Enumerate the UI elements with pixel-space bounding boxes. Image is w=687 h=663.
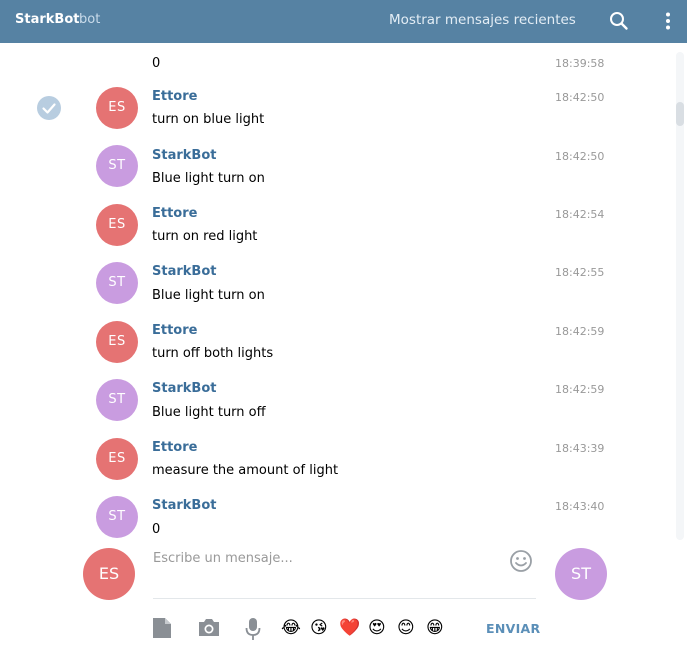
file-attach-icon[interactable] bbox=[152, 617, 172, 643]
message-row[interactable]: ST StarkBot Blue light turn on 18:42:50 bbox=[0, 145, 660, 203]
message-time: 18:42:50 bbox=[555, 150, 605, 163]
message-row[interactable]: ES Ettore turn on red light 18:42:54 bbox=[0, 204, 660, 262]
microphone-icon[interactable] bbox=[245, 617, 261, 645]
emoji-smile[interactable]: 😊 bbox=[397, 618, 415, 638]
chat-header: StarkBot bot Mostrar mensajes recientes bbox=[0, 0, 687, 43]
message-text: Blue light turn on bbox=[152, 288, 265, 303]
message-time: 18:42:59 bbox=[555, 383, 605, 396]
message-time: 18:42:59 bbox=[555, 325, 605, 338]
message-row[interactable]: ES Ettore measure the amount of light 18… bbox=[0, 438, 660, 496]
sender-name[interactable]: Ettore bbox=[152, 440, 197, 455]
sender-name[interactable]: StarkBot bbox=[152, 264, 216, 279]
avatar[interactable]: ST bbox=[96, 262, 138, 304]
message-row[interactable]: ST StarkBot 0 18:43:40 bbox=[0, 496, 660, 540]
message-text: turn on blue light bbox=[152, 112, 265, 127]
emoji-tears-of-joy[interactable]: 😂 bbox=[281, 618, 301, 638]
avatar[interactable]: ES bbox=[96, 87, 138, 129]
message-time: 18:43:40 bbox=[555, 500, 605, 513]
show-recent-messages-link[interactable]: Mostrar mensajes recientes bbox=[389, 12, 576, 28]
message-row[interactable]: ES Ettore turn off both lights 18:42:59 bbox=[0, 321, 660, 379]
camera-icon[interactable] bbox=[198, 617, 220, 641]
emoji-grin[interactable]: 😁 bbox=[426, 618, 444, 638]
message-time: 18:42:50 bbox=[555, 91, 605, 104]
message-text: Blue light turn off bbox=[152, 405, 266, 420]
message-row[interactable]: ST StarkBot Blue light turn off 18:42:59 bbox=[0, 379, 660, 437]
emoji-heart[interactable]: ❤️ bbox=[339, 618, 360, 638]
avatar[interactable]: ST bbox=[96, 496, 138, 538]
emoji-kiss[interactable]: 😘 bbox=[310, 618, 328, 638]
sender-name[interactable]: StarkBot bbox=[152, 381, 216, 396]
message-text: turn on red light bbox=[152, 229, 258, 244]
message-text: 0 bbox=[152, 522, 161, 537]
more-menu-icon[interactable] bbox=[664, 12, 672, 34]
sender-name[interactable]: StarkBot bbox=[152, 148, 216, 163]
avatar[interactable]: ES bbox=[96, 438, 138, 480]
emoji-heart-eyes[interactable]: 😍 bbox=[368, 618, 386, 638]
message-text: measure the amount of light bbox=[152, 463, 339, 478]
input-underline bbox=[153, 598, 536, 599]
chat-subtitle: bot bbox=[79, 12, 101, 27]
chat-title[interactable]: StarkBot bbox=[15, 12, 79, 27]
peer-avatar[interactable]: ST bbox=[555, 548, 607, 600]
sender-name[interactable]: Ettore bbox=[152, 89, 197, 104]
message-time: 18:43:39 bbox=[555, 442, 605, 455]
message-history: 0 18:39:58 ES Ettore turn on blue light … bbox=[0, 43, 687, 540]
send-button[interactable]: ENVIAR bbox=[486, 621, 540, 636]
sender-name[interactable]: Ettore bbox=[152, 206, 197, 221]
my-avatar[interactable]: ES bbox=[83, 548, 135, 600]
message-input[interactable] bbox=[153, 546, 498, 570]
avatar[interactable]: ES bbox=[96, 204, 138, 246]
message-text: Blue light turn on bbox=[152, 171, 265, 186]
avatar[interactable]: ST bbox=[96, 379, 138, 421]
emoji-picker-icon[interactable] bbox=[509, 549, 533, 577]
avatar[interactable]: ES bbox=[96, 321, 138, 363]
selected-check-icon[interactable] bbox=[37, 96, 61, 120]
search-icon[interactable] bbox=[609, 11, 629, 35]
sender-name[interactable]: Ettore bbox=[152, 323, 197, 338]
avatar[interactable]: ST bbox=[96, 145, 138, 187]
message-time: 18:42:54 bbox=[555, 208, 605, 221]
message-row[interactable]: ST StarkBot Blue light turn on 18:42:55 bbox=[0, 262, 660, 320]
message-text: turn off both lights bbox=[152, 346, 274, 361]
sender-name[interactable]: StarkBot bbox=[152, 498, 216, 513]
message-time: 18:42:55 bbox=[555, 266, 605, 279]
